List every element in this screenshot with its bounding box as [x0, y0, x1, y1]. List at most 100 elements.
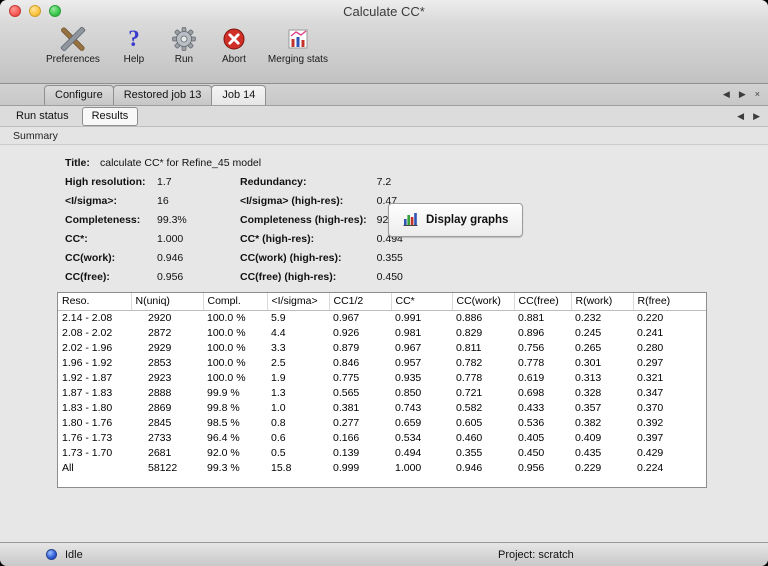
- column-header[interactable]: R(work): [571, 293, 634, 311]
- table-row[interactable]: 1.92 - 1.87 2923 100.0 % 1.9 0.775 0.935 0.778…: [58, 371, 706, 386]
- table-cell: 0.5: [271, 447, 286, 459]
- table-cell: 0.370: [637, 402, 664, 414]
- subtab-results[interactable]: Results: [81, 107, 139, 126]
- sub-tab-bar: Run status Results ◀ ▶: [0, 106, 768, 127]
- column-header[interactable]: Compl.: [203, 293, 268, 311]
- table-cell: 0.229: [575, 462, 602, 474]
- table-cell: 0.429: [637, 447, 664, 459]
- subtab-scroll-left-icon[interactable]: ◀: [736, 111, 745, 122]
- table-cell: 0.659: [395, 417, 422, 429]
- toolbar-button-help[interactable]: ? Help: [118, 25, 150, 65]
- table-cell: 1.87 - 1.83: [62, 387, 113, 399]
- table-cell: 0.265: [575, 342, 602, 354]
- stat-label-highres: CC(work) (high-res):: [240, 251, 342, 264]
- table-cell: 100.0 %: [207, 372, 246, 384]
- zoom-button[interactable]: [49, 5, 61, 17]
- subtab-scroll-right-icon[interactable]: ▶: [752, 111, 761, 122]
- table-cell: 0.301: [575, 357, 602, 369]
- column-header[interactable]: CC*: [391, 293, 453, 311]
- table-cell: 1.0: [271, 402, 286, 414]
- summary-section-label: Summary: [13, 129, 58, 142]
- column-header[interactable]: CC1/2: [329, 293, 392, 311]
- table-row[interactable]: 1.73 - 1.70 2681 92.0 % 0.5 0.139 0.494 0.355 0…: [58, 446, 706, 461]
- statistics-table: Reso. N(uniq) Compl. <I/sigma> CC1/2 CC* CC(wo…: [58, 293, 706, 476]
- column-header[interactable]: CC(free): [514, 293, 572, 311]
- table-cell: 100.0 %: [207, 327, 246, 339]
- display-graphs-button[interactable]: Display graphs: [388, 203, 524, 237]
- stat-value: 99.3%: [157, 213, 187, 226]
- table-cell: 0.313: [575, 372, 602, 384]
- table-row[interactable]: 2.08 - 2.02 2872 100.0 % 4.4 0.926 0.981 0.829…: [58, 326, 706, 341]
- table-cell: 0.494: [395, 447, 422, 459]
- table-row[interactable]: 2.14 - 2.08 2920 100.0 % 5.9 0.967 0.991 0.886…: [58, 311, 706, 326]
- stat-value-highres: 7.2: [376, 175, 392, 188]
- table-cell: 0.778: [456, 372, 483, 384]
- table-cell: 2.14 - 2.08: [62, 312, 113, 325]
- table-cell: 0.956: [518, 462, 545, 474]
- table-cell: 0.926: [333, 327, 360, 339]
- status-bar: Idle Project: scratch: [0, 542, 768, 566]
- minimize-button[interactable]: [29, 5, 41, 17]
- stat-value-highres: 0.450: [376, 270, 403, 283]
- table-cell: 0.957: [395, 357, 422, 369]
- table-cell: 0.347: [637, 387, 664, 399]
- tab-scroll-right-icon[interactable]: ▶: [738, 89, 747, 100]
- table-cell: 0.935: [395, 372, 422, 384]
- close-button[interactable]: [9, 5, 21, 17]
- table-row[interactable]: All 58122 99.3 % 15.8 0.999 1.000 0.946 0.956 0.…: [58, 461, 706, 476]
- table-cell: 0.743: [395, 402, 422, 414]
- table-cell: 0.450: [518, 447, 545, 459]
- table-cell: 2869: [148, 402, 172, 414]
- stat-label: CC(work):: [65, 251, 116, 264]
- table-cell: 1.73 - 1.70: [62, 447, 113, 459]
- table-cell: 0.435: [575, 447, 602, 459]
- table-cell: 5.9: [271, 312, 286, 325]
- column-header[interactable]: CC(work): [452, 293, 515, 311]
- table-cell: 0.280: [637, 342, 664, 354]
- tab-restored-job-13[interactable]: Restored job 13: [112, 85, 213, 105]
- toolbar-button-merging-stats[interactable]: Merging stats: [268, 25, 328, 65]
- tab-configure[interactable]: Configure: [44, 85, 114, 105]
- column-header[interactable]: <I/sigma>: [267, 293, 330, 311]
- display-graphs-label: Display graphs: [426, 214, 509, 226]
- table-cell: 0.829: [456, 327, 483, 339]
- tab-job-14[interactable]: Job 14: [211, 85, 267, 105]
- table-cell: 0.328: [575, 387, 602, 399]
- table-body: 2.14 - 2.08 2920 100.0 % 5.9 0.967 0.991 0.886…: [58, 311, 706, 476]
- table-row[interactable]: 1.80 - 1.76 2845 98.5 % 0.8 0.277 0.659 0.605 0…: [58, 416, 706, 431]
- table-row[interactable]: 1.96 - 1.92 2853 100.0 % 2.5 0.846 0.957 0.782…: [58, 356, 706, 371]
- table-cell: 0.433: [518, 402, 545, 414]
- table-row[interactable]: 2.02 - 1.96 2929 100.0 % 3.3 0.879 0.967 0.811…: [58, 341, 706, 356]
- window-title: Calculate CC*: [343, 3, 425, 19]
- table-cell: 100.0 %: [207, 342, 246, 354]
- table-cell: 0.381: [333, 402, 360, 414]
- toolbar-button-abort[interactable]: Abort: [218, 25, 250, 65]
- toolbar-button-run[interactable]: Run: [168, 25, 200, 65]
- table-cell: 0.721: [456, 387, 483, 399]
- table-row[interactable]: 1.87 - 1.83 2888 99.9 % 1.3 0.565 0.850 0.721 0…: [58, 386, 706, 401]
- table-row[interactable]: 1.76 - 1.73 2733 96.4 % 0.6 0.166 0.534 0.460 0…: [58, 431, 706, 446]
- tab-close-icon[interactable]: ×: [754, 89, 761, 100]
- table-cell: 1.3: [271, 387, 286, 399]
- stat-label: Completeness:: [65, 213, 141, 226]
- table-cell: 0.778: [518, 357, 545, 369]
- tab-scroll-left-icon[interactable]: ◀: [722, 89, 731, 100]
- column-header[interactable]: Reso.: [58, 293, 132, 311]
- main-tabs: Configure Restored job 13 Job 14: [44, 84, 267, 105]
- statistics-table-container[interactable]: Reso. N(uniq) Compl. <I/sigma> CC1/2 CC* CC(wo…: [57, 292, 707, 488]
- table-cell: 99.8 %: [207, 402, 240, 414]
- stat-value: 0.946: [157, 251, 184, 264]
- subtab-run-status[interactable]: Run status: [6, 107, 79, 126]
- column-header[interactable]: R(free): [633, 293, 706, 311]
- table-cell: 0.846: [333, 357, 360, 369]
- table-cell: 0.967: [333, 312, 360, 325]
- table-cell: 0.460: [456, 432, 483, 444]
- table-cell: 99.9 %: [207, 387, 240, 399]
- column-header[interactable]: N(uniq): [131, 293, 204, 311]
- table-cell: 0.277: [333, 417, 360, 429]
- toolbar-button-preferences[interactable]: Preferences: [46, 25, 100, 65]
- table-cell: 2681: [148, 447, 172, 459]
- titlebar[interactable]: Calculate CC*: [0, 0, 768, 22]
- table-row[interactable]: 1.83 - 1.80 2869 99.8 % 1.0 0.381 0.743 0.582 0…: [58, 401, 706, 416]
- table-header-row: Reso. N(uniq) Compl. <I/sigma> CC1/2 CC* CC(wo…: [58, 293, 706, 311]
